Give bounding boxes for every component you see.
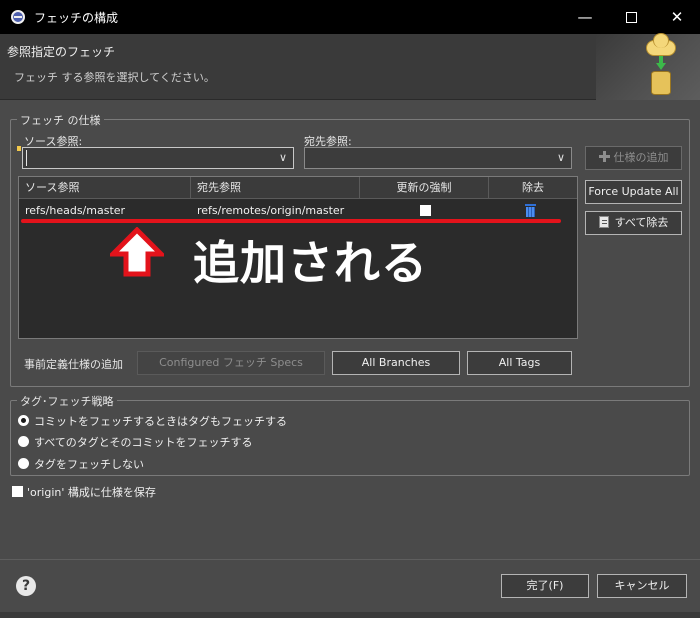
force-update-checkbox[interactable] xyxy=(420,205,431,216)
column-header-remove[interactable]: 除去 xyxy=(489,177,577,199)
add-spec-label: 仕様の追加 xyxy=(613,151,669,164)
destination-ref-input[interactable] xyxy=(308,150,549,166)
eclipse-app-icon xyxy=(11,10,25,24)
all-branches-button[interactable]: All Branches xyxy=(332,351,460,375)
source-ref-combo[interactable]: ∨ xyxy=(22,147,294,169)
download-arrow-icon xyxy=(656,56,666,70)
destination-ref-combo[interactable]: ∨ xyxy=(304,147,572,169)
configured-fetch-specs-button[interactable]: Configured フェッチ Specs xyxy=(137,351,325,375)
table-header: ソース参照 宛先参照 更新の強制 除去 xyxy=(19,177,577,199)
cloud-icon xyxy=(646,33,676,56)
window-title: フェッチの構成 xyxy=(34,11,119,25)
page-title: 参照指定のフェッチ xyxy=(7,45,116,59)
finish-button[interactable]: 完了(F) xyxy=(501,574,589,598)
fetch-spec-legend: フェッチ の仕様 xyxy=(17,112,104,128)
annotation-underline xyxy=(21,219,561,223)
column-header-force-update[interactable]: 更新の強制 xyxy=(360,177,489,199)
fetch-wizard-icon xyxy=(596,33,700,100)
annotation-text: 追加される xyxy=(193,236,428,290)
radio-label: コミットをフェッチするときはタグもフェッチする xyxy=(34,415,287,428)
radio-unselected[interactable] xyxy=(18,436,29,447)
help-icon[interactable]: ? xyxy=(16,576,36,596)
title-bar: フェッチの構成 — ✕ xyxy=(0,0,700,34)
minimize-button[interactable]: — xyxy=(562,0,608,34)
all-tags-button[interactable]: All Tags xyxy=(467,351,572,375)
save-spec-checkbox[interactable] xyxy=(12,486,23,497)
remove-all-label: すべて除去 xyxy=(614,216,669,229)
save-spec-label: 'origin' 構成に仕様を保存 xyxy=(27,486,156,499)
column-header-destination[interactable]: 宛先参照 xyxy=(191,177,360,199)
window-bottom-edge xyxy=(0,612,700,618)
tag-fetch-legend: タグ･フェッチ戦略 xyxy=(17,393,117,409)
content-assist-hint-icon xyxy=(17,146,21,151)
chevron-down-icon[interactable]: ∨ xyxy=(273,148,293,168)
column-header-source[interactable]: ソース参照 xyxy=(19,177,191,199)
repository-icon xyxy=(651,71,671,95)
radio-selected[interactable] xyxy=(18,415,29,426)
close-button[interactable]: ✕ xyxy=(654,0,700,34)
remove-all-icon xyxy=(598,216,609,228)
maximize-icon xyxy=(625,12,637,23)
add-spec-button[interactable]: 仕様の追加 xyxy=(585,146,682,170)
page-description: フェッチ する参照を選択してください。 xyxy=(14,71,215,84)
remove-all-button[interactable]: すべて除去 xyxy=(585,211,682,235)
source-ref-input[interactable] xyxy=(26,150,271,166)
footer-separator xyxy=(0,559,700,560)
wizard-header: 参照指定のフェッチ フェッチ する参照を選択してください。 xyxy=(0,33,700,100)
cancel-button[interactable]: キャンセル xyxy=(597,574,687,598)
trash-icon[interactable] xyxy=(525,204,536,217)
chevron-down-icon[interactable]: ∨ xyxy=(551,148,571,168)
radio-unselected[interactable] xyxy=(18,458,29,469)
force-update-all-button[interactable]: Force Update All xyxy=(585,180,682,204)
plus-icon xyxy=(598,151,610,162)
radio-label: すべてのタグとそのコミットをフェッチする xyxy=(34,436,253,449)
predefined-specs-label: 事前定義仕様の追加 xyxy=(24,358,123,371)
radio-label: タグをフェッチしない xyxy=(34,458,144,471)
annotation-arrow-icon xyxy=(110,227,164,277)
maximize-button[interactable] xyxy=(608,0,654,34)
